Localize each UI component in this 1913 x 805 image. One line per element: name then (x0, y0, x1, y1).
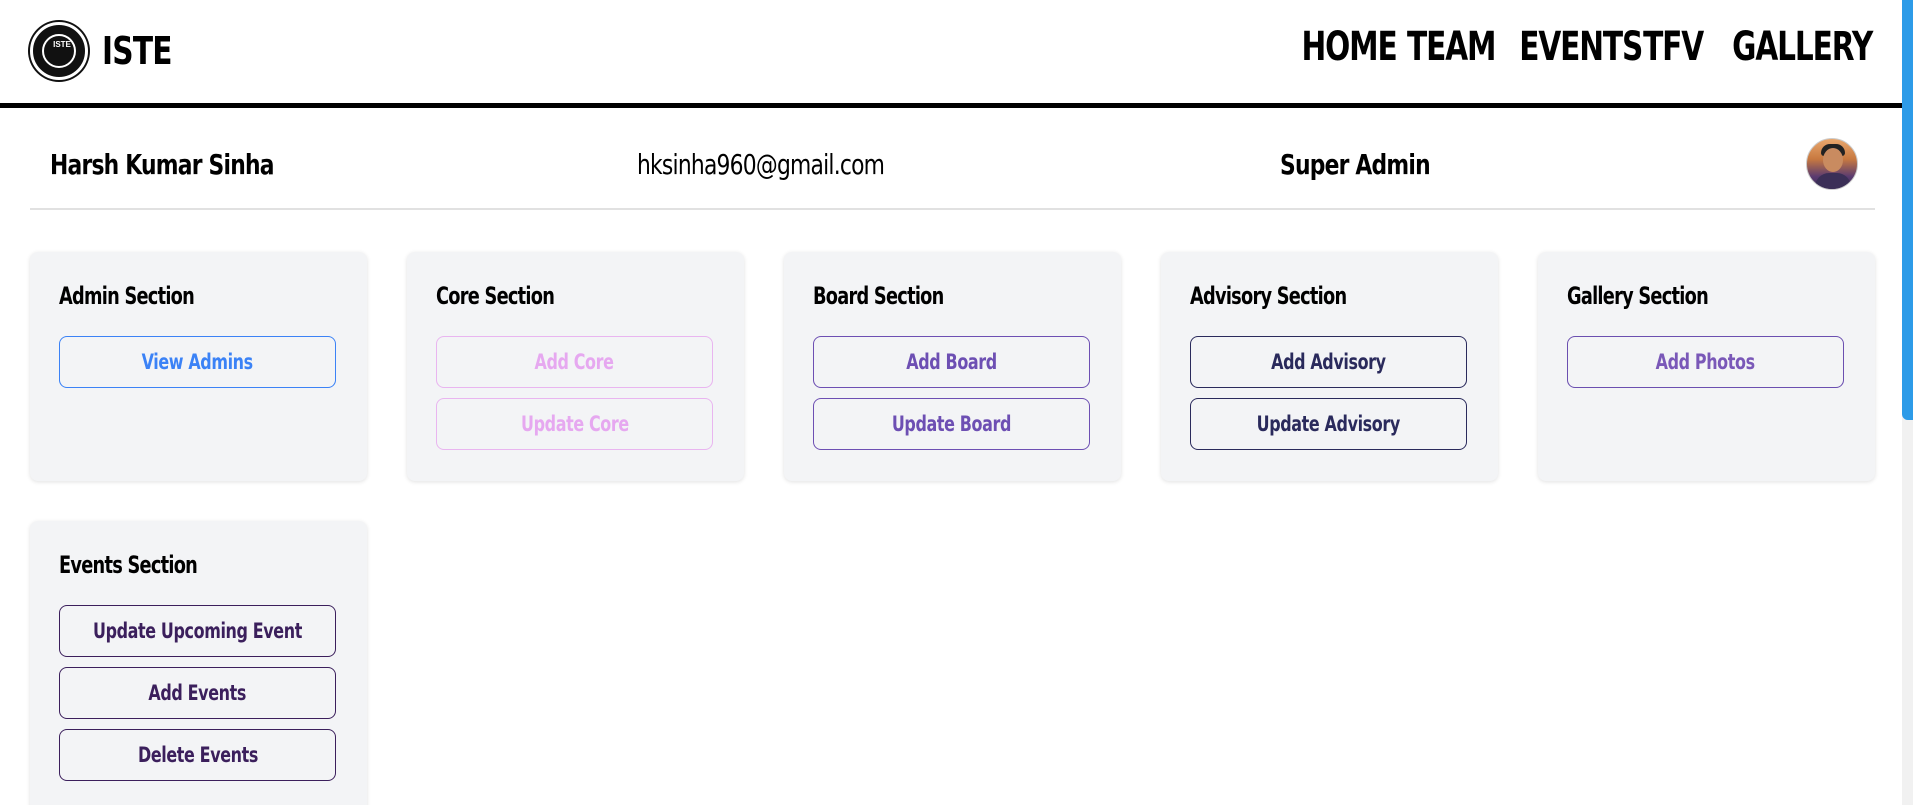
avatar-face (1823, 148, 1843, 172)
add-advisory-button[interactable]: Add Advisory (1190, 336, 1467, 388)
add-board-label: Add Board (906, 350, 997, 374)
advisory-section-card: Advisory Section Add Advisory Update Adv… (1161, 252, 1498, 481)
add-photos-button[interactable]: Add Photos (1567, 336, 1844, 388)
nav-links: HOME TEAM EVENTS TFV GALLERY (1288, 24, 1873, 70)
brand[interactable]: ISTE ISTE (30, 22, 191, 80)
board-section-title: Board Section (813, 282, 944, 310)
profile-email: hksinha960@gmail.com (637, 148, 885, 181)
scrollbar-track[interactable] (1902, 0, 1913, 805)
update-core-label: Update Core (520, 412, 629, 436)
nav-events[interactable]: EVENTS (1519, 24, 1643, 70)
core-section-title: Core Section (436, 282, 555, 310)
core-section-card: Core Section Add Core Update Core (407, 252, 744, 481)
avatar-body (1815, 173, 1851, 189)
update-advisory-button[interactable]: Update Advisory (1190, 398, 1467, 450)
update-board-button[interactable]: Update Board (813, 398, 1090, 450)
update-upcoming-event-button[interactable]: Update Upcoming Event (59, 605, 336, 657)
iste-logo-icon: ISTE (30, 22, 88, 80)
update-core-button[interactable]: Update Core (436, 398, 713, 450)
avatar[interactable] (1806, 138, 1858, 190)
add-events-label: Add Events (148, 681, 247, 705)
advisory-section-title: Advisory Section (1190, 282, 1347, 310)
update-upcoming-event-label: Update Upcoming Event (92, 619, 302, 643)
board-section-card: Board Section Add Board Update Board (784, 252, 1121, 481)
update-advisory-label: Update Advisory (1256, 412, 1401, 436)
add-advisory-label: Add Advisory (1271, 350, 1386, 374)
view-admins-button[interactable]: View Admins (59, 336, 336, 388)
add-core-label: Add Core (534, 350, 615, 374)
nav-tfv[interactable]: TFV (1643, 24, 1704, 70)
delete-events-button[interactable]: Delete Events (59, 729, 336, 781)
add-board-button[interactable]: Add Board (813, 336, 1090, 388)
events-section-title: Events Section (59, 551, 198, 579)
add-core-button[interactable]: Add Core (436, 336, 713, 388)
add-events-button[interactable]: Add Events (59, 667, 336, 719)
profile-role: Super Admin (1280, 148, 1431, 181)
nav-team[interactable]: TEAM (1407, 24, 1496, 70)
gallery-section-card: Gallery Section Add Photos (1538, 252, 1875, 481)
admin-section-card: Admin Section View Admins (30, 252, 367, 481)
view-admins-label: View Admins (141, 350, 254, 374)
gallery-section-title: Gallery Section (1567, 282, 1709, 310)
update-board-label: Update Board (891, 412, 1012, 436)
events-section-card: Events Section Update Upcoming Event Add… (30, 521, 367, 805)
add-photos-label: Add Photos (1655, 350, 1756, 374)
brand-name: ISTE (102, 29, 173, 73)
profile-bar: Harsh Kumar Sinha hksinha960@gmail.com S… (30, 128, 1875, 210)
scrollbar-thumb[interactable] (1902, 0, 1913, 420)
nav-home[interactable]: HOME (1301, 24, 1397, 70)
delete-events-label: Delete Events (137, 743, 258, 767)
profile-name: Harsh Kumar Sinha (50, 148, 274, 181)
admin-section-title: Admin Section (59, 282, 195, 310)
nav-gallery[interactable]: GALLERY (1732, 24, 1873, 70)
logo-text: ISTE (53, 40, 71, 49)
navbar: ISTE ISTE HOME TEAM EVENTS TFV GALLERY (0, 0, 1902, 108)
